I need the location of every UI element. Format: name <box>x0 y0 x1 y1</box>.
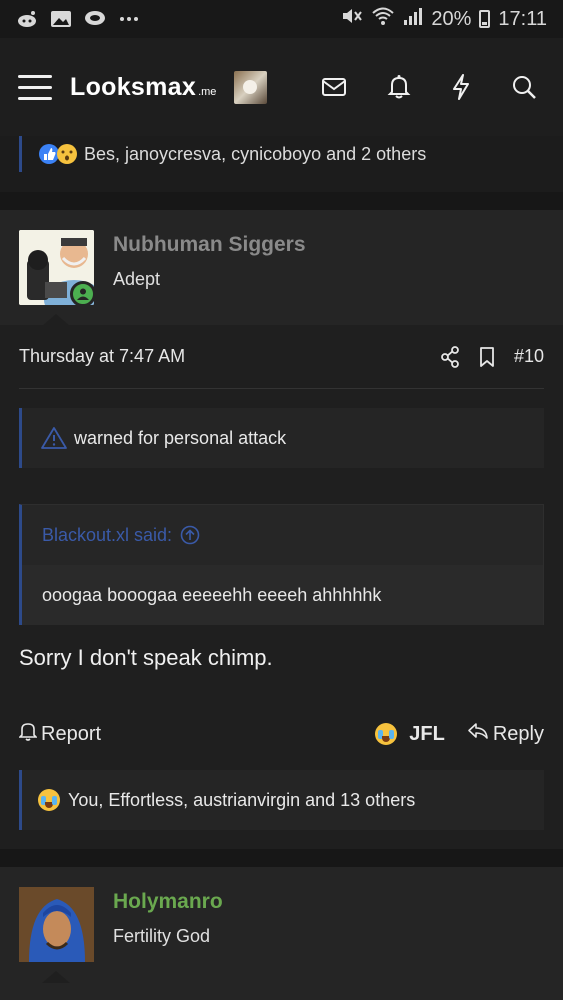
post-pointer <box>42 314 70 326</box>
quote-header[interactable]: Blackout.xl said: <box>22 505 543 565</box>
more-notifications-icon <box>118 9 140 29</box>
crying-laughing-emoji-icon <box>375 723 398 745</box>
site-logo[interactable]: Looksmax .me <box>70 73 216 102</box>
reaction-label: JFL <box>409 722 445 745</box>
author-avatar[interactable] <box>19 887 94 962</box>
mute-icon <box>341 6 363 32</box>
bell-icon[interactable] <box>387 74 411 100</box>
warning-notice: warned for personal attack <box>19 408 544 468</box>
post-message: Sorry I don't speak chimp. <box>19 645 273 670</box>
app-header: Looksmax .me <box>0 38 563 136</box>
previous-post-reactions[interactable]: Bes, janoycresva, cynicoboyo and 2 other… <box>19 136 544 172</box>
report-button[interactable]: Report <box>18 721 102 747</box>
inbox-icon[interactable] <box>321 76 347 98</box>
post-meta: Thursday at 7:47 AM #10 <box>19 325 544 389</box>
post-separator <box>0 849 563 867</box>
post-separator <box>0 192 563 210</box>
reply-arrow-icon <box>467 722 489 746</box>
post-pointer <box>42 971 70 983</box>
reaction-button[interactable]: JFL <box>375 723 445 746</box>
logo-text: Looksmax <box>70 72 197 101</box>
quote-block: Blackout.xl said: ooogaa booogaa eeeeehh… <box>19 504 544 625</box>
post-number[interactable]: #10 <box>514 346 544 367</box>
post-next: Holymanro Fertility God <box>0 867 563 1000</box>
post-author-block: Nubhuman Siggers Adept <box>0 210 563 326</box>
battery-percent: 20% <box>431 7 472 30</box>
signal-icon <box>403 6 423 32</box>
post-10: Nubhuman Siggers Adept Thursday at 7:47 … <box>0 210 563 862</box>
warning-text: warned for personal attack <box>74 427 287 448</box>
logo-suffix: .me <box>198 85 217 98</box>
author-avatar[interactable] <box>19 230 94 305</box>
crying-laughing-emoji-icon <box>38 789 60 811</box>
online-status-icon <box>70 281 94 305</box>
wifi-icon <box>371 6 395 32</box>
author-title: Fertility God <box>113 926 211 946</box>
bookmark-icon[interactable] <box>478 346 496 368</box>
post-timestamp[interactable]: Thursday at 7:47 AM <box>19 346 185 367</box>
reply-label: Reply <box>492 722 544 745</box>
chat-bubble-icon <box>84 9 106 29</box>
post-author-block: Holymanro Fertility God <box>0 867 563 983</box>
battery-icon <box>479 10 491 28</box>
thread-content[interactable]: Bes, janoycresva, cynicoboyo and 2 other… <box>0 136 563 1000</box>
clock: 17:11 <box>498 7 547 30</box>
reddit-icon <box>16 9 38 29</box>
author-username[interactable]: Holymanro <box>113 890 223 914</box>
author-title: Adept <box>113 269 161 289</box>
reply-button[interactable]: Reply <box>467 722 544 746</box>
like-reaction-icon <box>38 143 78 165</box>
quote-text: ooogaa booogaa eeeeehh eeeeh ahhhhhk <box>22 565 543 625</box>
bell-outline-icon <box>18 721 38 747</box>
lightning-icon[interactable] <box>451 74 471 100</box>
jump-to-quote-icon[interactable] <box>180 525 200 545</box>
post-actions: Report JFL Reply <box>18 699 544 769</box>
report-label: Report <box>41 722 102 745</box>
warning-icon <box>40 426 68 450</box>
previous-reactions-text: Bes, janoycresva, cynicoboyo and 2 other… <box>84 143 427 164</box>
status-bar: 20% 17:11 <box>0 0 563 38</box>
post-reactions-summary[interactable]: You, Effortless, austrianvirgin and 13 o… <box>19 770 544 830</box>
post-body: Thursday at 7:47 AM #10 warned for perso… <box>0 325 563 862</box>
share-icon[interactable] <box>440 345 460 368</box>
gallery-icon <box>50 9 72 29</box>
user-avatar[interactable] <box>234 70 268 104</box>
author-username[interactable]: Nubhuman Siggers <box>113 233 306 257</box>
quote-author: Blackout.xl said: <box>42 524 173 545</box>
reactions-text: You, Effortless, austrianvirgin and 13 o… <box>68 789 416 810</box>
search-icon[interactable] <box>511 74 537 100</box>
menu-icon[interactable] <box>18 74 52 100</box>
